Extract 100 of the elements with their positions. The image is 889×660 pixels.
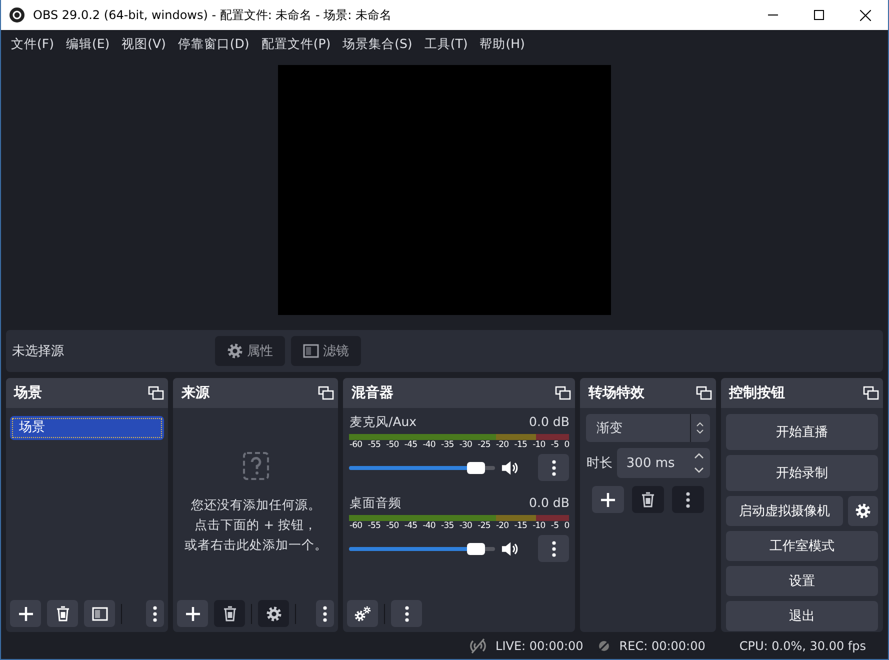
meter-scale-label: 0	[564, 440, 570, 450]
meter-scale-label: -20	[496, 521, 509, 531]
menu-item[interactable]: 工具(T)	[418, 36, 474, 52]
meter-scale-label: -55	[368, 521, 380, 531]
speaker-icon[interactable]	[501, 540, 518, 556]
menu-item[interactable]: 场景集合(S)	[336, 36, 418, 52]
meter-scale-label: -40	[422, 440, 436, 450]
meter-scale-label: -35	[441, 440, 454, 450]
meter-scale-label: -15	[514, 440, 527, 450]
dock-title: 转场特效	[588, 384, 644, 402]
maximize-icon	[814, 10, 824, 20]
remove-button[interactable]	[47, 600, 78, 627]
control-button[interactable]: 开始录制	[726, 455, 878, 491]
add-button[interactable]	[10, 600, 41, 627]
meter-scale-label: -20	[496, 440, 509, 450]
trash-icon	[222, 606, 237, 622]
more-icon	[404, 606, 409, 622]
meter-scale-label: -55	[368, 440, 380, 450]
dock-title: 来源	[181, 384, 210, 402]
menu-item[interactable]: 帮助(H)	[474, 36, 531, 52]
more-icon	[323, 606, 328, 622]
undock-icon[interactable]	[696, 386, 712, 400]
undock-icon[interactable]	[318, 386, 334, 400]
duration-label: 时长	[586, 455, 612, 472]
undock-icon[interactable]	[863, 386, 880, 400]
meter-scale-label: -45	[404, 440, 418, 450]
meter-scale-label: -60	[349, 521, 362, 531]
channel-menu-button[interactable]	[538, 454, 570, 481]
undock-icon[interactable]	[148, 386, 164, 400]
empty-sources-hint: 或者右击此处添加一个。	[184, 536, 328, 554]
meter-scale-label: -50	[386, 521, 399, 531]
meter-scale-label: -25	[478, 440, 490, 450]
meter-scale-label: -5	[550, 521, 559, 531]
duration-field[interactable]: 300 ms	[617, 448, 710, 478]
control-button[interactable]: 工作室模式	[726, 531, 878, 561]
menu-button[interactable]	[146, 600, 164, 627]
trash-icon	[56, 606, 70, 622]
window-title: OBS 29.0.2 (64-bit, windows) - 配置文件: 未命名 - 场景: 未命名	[33, 6, 393, 24]
add-button[interactable]	[592, 486, 624, 513]
dock-title: 场景	[14, 384, 42, 402]
meter-scale-label: -40	[422, 521, 436, 531]
channel-menu-button[interactable]	[538, 535, 570, 562]
menu-item[interactable]: 编辑(E)	[60, 36, 116, 52]
channel-name: 麦克风/Aux	[349, 414, 417, 431]
spinner-arrows-icon	[694, 452, 704, 474]
meter-scale-label: -60	[349, 440, 362, 450]
more-icon	[153, 606, 158, 622]
source-status-label: 未选择源	[12, 343, 65, 360]
volume-reading: 0.0 dB	[529, 495, 570, 512]
question-icon	[242, 451, 270, 481]
menu-item[interactable]: 配置文件(P)	[255, 36, 337, 52]
channel-name: 桌面音频	[349, 495, 402, 512]
filters-button[interactable]	[84, 600, 115, 627]
settings-icon	[266, 606, 282, 622]
more-icon	[552, 460, 556, 476]
meter-scale-label: 0	[564, 521, 570, 531]
settings-icon	[855, 503, 872, 519]
meter-scale-label: -15	[514, 521, 527, 531]
meter-scale-label: -50	[386, 440, 399, 450]
empty-sources-hint: 点击下面的 + 按钮，	[194, 516, 318, 534]
settings-icon	[227, 343, 243, 359]
trash-icon	[641, 492, 656, 508]
stream-off-icon	[468, 638, 488, 654]
menu-button[interactable]	[316, 600, 334, 627]
control-button[interactable]: 启动虚拟摄像机	[726, 496, 844, 526]
gears-icon	[354, 606, 372, 622]
menu-item[interactable]: 文件(F)	[5, 36, 60, 52]
menu-item[interactable]: 停靠窗口(D)	[172, 36, 256, 52]
speaker-icon[interactable]	[501, 460, 518, 476]
control-button[interactable]: 设置	[726, 566, 878, 596]
volume-reading: 0.0 dB	[529, 414, 570, 431]
meter-scale-label: -35	[441, 521, 454, 531]
dock-title: 控制按钮	[728, 384, 785, 402]
control-button[interactable]: 开始直播	[726, 414, 878, 450]
camera-settings-button[interactable]	[848, 496, 878, 526]
undock-icon[interactable]	[555, 386, 572, 400]
filter-icon	[303, 344, 319, 358]
meter-scale-label: -10	[532, 521, 546, 531]
live-timer: LIVE: 00:00:00	[496, 639, 584, 653]
empty-sources-hint: 您还没有添加任何源。	[190, 496, 322, 514]
meter-scale-label: -5	[550, 440, 559, 450]
transition-select[interactable]: 渐变	[586, 414, 710, 442]
rec-timer: REC: 00:00:00	[619, 639, 706, 653]
add-button[interactable]	[177, 600, 208, 627]
meter-scale-label: -25	[478, 521, 490, 531]
scene-item[interactable]: 场景	[10, 416, 164, 440]
close-icon	[860, 10, 870, 20]
app-logo-icon	[9, 7, 25, 23]
menu-item[interactable]: 视图(V)	[116, 36, 172, 52]
menu-button[interactable]	[391, 600, 422, 627]
advanced-audio-button[interactable]	[347, 600, 378, 627]
meter-scale-label: -30	[459, 521, 472, 531]
control-button[interactable]: 退出	[726, 601, 878, 631]
more-icon	[552, 540, 556, 556]
meter-scale-label: -45	[404, 521, 418, 531]
plus-icon	[18, 606, 34, 622]
dock-title: 混音器	[351, 384, 394, 402]
record-off-icon	[597, 639, 612, 653]
plus-icon	[600, 492, 616, 508]
meter-scale-label: -30	[459, 440, 472, 450]
